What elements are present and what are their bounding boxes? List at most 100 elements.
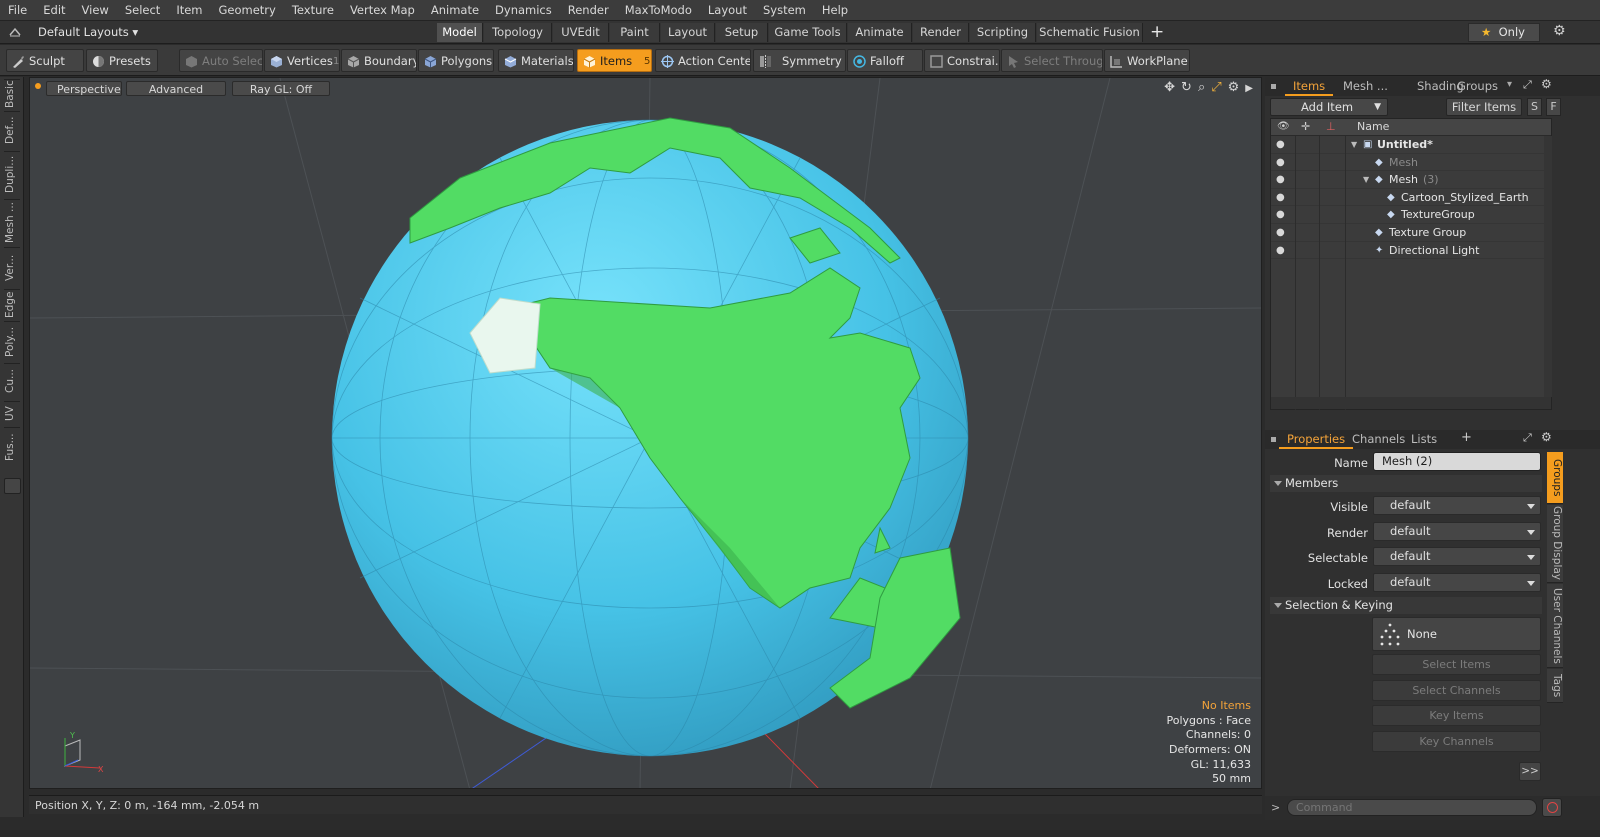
visibility-eye-icon[interactable]: ● [1276, 154, 1285, 172]
raygl-button[interactable]: Ray GL: Off [232, 81, 330, 96]
left-expand-button[interactable] [4, 478, 21, 494]
play-icon[interactable]: ▶ [1245, 80, 1253, 97]
select-channels-button[interactable]: Select Channels [1372, 680, 1541, 701]
left-tab-fusion[interactable]: Fus... [4, 427, 20, 467]
add-tab-icon[interactable]: + [1461, 430, 1472, 445]
rotate-icon[interactable]: ↻ [1181, 80, 1192, 97]
menu-item[interactable]: Item [168, 0, 210, 21]
tab-lists[interactable]: Lists [1403, 430, 1445, 449]
left-tab-mesh[interactable]: Mesh ... [4, 199, 20, 245]
menu-texture[interactable]: Texture [284, 0, 342, 21]
visibility-eye-icon[interactable]: ● [1276, 171, 1285, 189]
menu-view[interactable]: View [74, 0, 117, 21]
menu-select[interactable]: Select [117, 0, 168, 21]
expand-icon[interactable]: ⤢ [1523, 78, 1532, 92]
polygons-button[interactable]: Polygons [418, 49, 494, 72]
menu-vertex-map[interactable]: Vertex Map [342, 0, 423, 21]
left-tab-uv[interactable]: UV [4, 401, 20, 425]
tab-schematic-fusion[interactable]: Schematic Fusion [1037, 23, 1143, 42]
menu-layout[interactable]: Layout [700, 0, 755, 21]
constraints-button[interactable]: Constrai... [924, 49, 1000, 72]
tab-mesh-ops[interactable]: Mesh ... [1335, 77, 1396, 96]
panel-gear-icon[interactable]: ⚙ [1541, 430, 1552, 444]
filter-items-button[interactable]: Filter Items [1446, 98, 1522, 116]
visibility-eye-icon[interactable]: ● [1276, 224, 1285, 242]
locked-dropdown[interactable]: default [1373, 573, 1541, 592]
materials-button[interactable]: Materials [498, 49, 574, 72]
command-input[interactable] [1287, 799, 1537, 816]
lock-column-icon[interactable]: ✛ [1301, 120, 1310, 133]
visibility-eye-icon[interactable]: ● [1276, 242, 1285, 260]
key-channels-button[interactable]: Key Channels [1372, 731, 1541, 752]
add-tab-icon[interactable]: + [1150, 22, 1164, 42]
select-items-button[interactable]: Select Items [1372, 654, 1541, 675]
left-tab-basic[interactable]: Basic [4, 79, 20, 109]
side-tab-tags[interactable]: Tags [1547, 669, 1563, 703]
tab-animate[interactable]: Animate [848, 23, 912, 42]
left-tab-vertex[interactable]: Ver... [4, 247, 20, 287]
side-tab-user-channels[interactable]: User Channels [1547, 584, 1563, 668]
move-icon[interactable]: ✥ [1164, 80, 1175, 97]
viewport-canvas[interactable]: Y X [30, 78, 1262, 789]
tab-setup[interactable]: Setup [716, 23, 768, 42]
selectable-dropdown[interactable]: default [1373, 547, 1541, 566]
workplane-button[interactable]: WorkPlane [1104, 49, 1190, 72]
viewport-gear-icon[interactable]: ⚙ [1228, 80, 1240, 97]
action-center-button[interactable]: Action Center [655, 49, 751, 72]
item-row[interactable]: ● ◆ Texture Group [1271, 224, 1551, 242]
name-field[interactable]: Mesh (2) [1373, 452, 1541, 471]
only-toggle[interactable]: ★ Only [1468, 23, 1540, 42]
menu-system[interactable]: System [755, 0, 814, 21]
select-through-button[interactable]: Select Through [1001, 49, 1103, 72]
more-button[interactable]: >> [1519, 762, 1541, 781]
left-tab-curve[interactable]: Cu... [4, 363, 20, 399]
menu-animate[interactable]: Animate [423, 0, 487, 21]
none-selector[interactable]: None [1372, 617, 1541, 651]
item-list-scrollbar[interactable] [1271, 397, 1551, 409]
left-tab-edge[interactable]: Edge [4, 289, 20, 319]
menu-edit[interactable]: Edit [35, 0, 73, 21]
left-tab-duplicate[interactable]: Dupli... [4, 151, 20, 197]
menu-geometry[interactable]: Geometry [211, 0, 284, 21]
item-row[interactable]: ● ◆ Cartoon_Stylized_Earth [1271, 189, 1551, 207]
side-tab-groups[interactable]: Groups [1547, 452, 1563, 504]
visibility-eye-icon[interactable]: ● [1276, 206, 1285, 224]
record-button[interactable] [1542, 798, 1562, 817]
layout-collapse-icon[interactable] [9, 27, 21, 37]
tab-layout[interactable]: Layout [661, 23, 715, 42]
menu-file[interactable]: File [0, 0, 35, 21]
item-row[interactable]: ● ◆ Mesh [1271, 154, 1551, 172]
tab-paint[interactable]: Paint [610, 23, 660, 42]
expand-triangle-icon[interactable]: ▼ [1351, 136, 1357, 154]
boundary-button[interactable]: Boundary [341, 49, 417, 72]
tabs-overflow-icon[interactable]: ▾ [1507, 79, 1512, 90]
menu-help[interactable]: Help [814, 0, 856, 21]
layout-selector[interactable]: Default Layouts ▾ [38, 24, 138, 41]
item-row[interactable]: ● ▼ ◆ Mesh (3) [1271, 171, 1551, 189]
advanced-button[interactable]: Advanced [126, 81, 226, 96]
3d-viewport[interactable]: Y X Perspective Advanced Ray GL: Off ✥ ↻… [29, 77, 1262, 789]
expand-icon[interactable]: ⤢ [1523, 431, 1532, 445]
tab-groups[interactable]: Groups [1449, 77, 1506, 96]
sculpt-button[interactable]: Sculpt [6, 49, 84, 72]
s-button[interactable]: S [1527, 98, 1542, 116]
symmetry-button[interactable]: Symmetry [753, 49, 846, 72]
zoom-icon[interactable]: ⌕ [1198, 80, 1205, 97]
perspective-button[interactable]: Perspective [46, 81, 122, 96]
tab-scripting[interactable]: Scripting [970, 23, 1036, 42]
earth-globe-mesh[interactable] [331, 117, 969, 757]
render-dropdown[interactable]: default [1373, 522, 1541, 541]
fit-icon[interactable]: ⤢ [1211, 80, 1221, 97]
item-row[interactable]: ● ✦ Directional Light [1271, 242, 1551, 260]
left-tab-deform[interactable]: Def... [4, 111, 20, 149]
tab-topology[interactable]: Topology [484, 23, 552, 42]
menu-render[interactable]: Render [560, 0, 617, 21]
gear-icon[interactable]: ⚙ [1553, 23, 1566, 39]
visibility-eye-icon[interactable]: 👁 [1277, 121, 1290, 132]
items-button[interactable]: Items 5 [577, 49, 652, 72]
menu-maxtomodo[interactable]: MaxToModo [617, 0, 700, 21]
presets-button[interactable]: Presets [86, 49, 158, 72]
auto-select-button[interactable]: Auto Select [179, 49, 263, 72]
tab-model[interactable]: Model [437, 23, 483, 42]
visible-dropdown[interactable]: default [1373, 496, 1541, 515]
